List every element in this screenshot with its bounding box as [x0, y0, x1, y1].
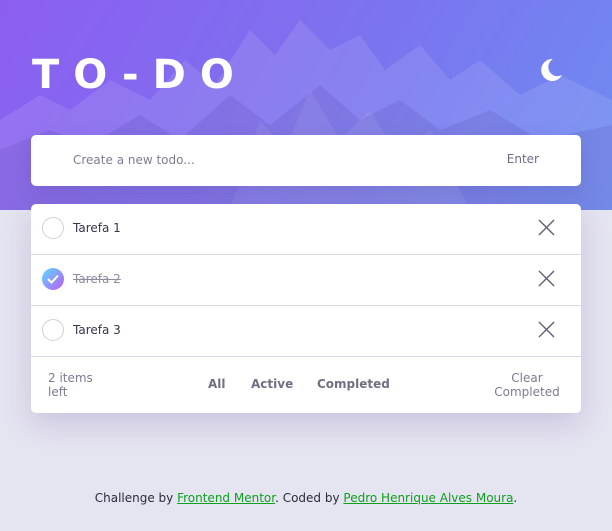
check-icon — [47, 274, 59, 284]
frontend-mentor-link[interactable]: Frontend Mentor — [177, 491, 275, 505]
filter-completed[interactable]: Completed — [317, 377, 390, 391]
filter-active[interactable]: Active — [251, 377, 293, 391]
todo-checkbox[interactable] — [42, 217, 64, 239]
new-todo-input[interactable] — [73, 148, 473, 172]
close-icon[interactable] — [538, 219, 555, 236]
close-icon[interactable] — [538, 321, 555, 338]
attribution-prefix: Challenge by — [94, 491, 178, 505]
todo-item: Tarefa 2 — [31, 255, 581, 306]
filter-all[interactable]: All — [208, 377, 226, 391]
moon-icon[interactable] — [536, 56, 564, 84]
todo-checkbox-checked[interactable] — [42, 268, 64, 290]
todo-list: Tarefa 1 Tarefa 2 Tarefa 3 2 items left … — [31, 204, 581, 413]
list-footer: 2 items left All Active Completed Clear … — [31, 357, 581, 413]
clear-completed-button[interactable]: Clear Completed — [493, 371, 561, 399]
app-title: TO-DO — [32, 52, 248, 98]
new-todo-bar: Enter — [31, 135, 581, 186]
attribution: Challenge by Frontend Mentor. Coded by P… — [0, 491, 612, 505]
todo-label: Tarefa 2 — [73, 272, 121, 286]
close-icon[interactable] — [538, 270, 555, 287]
enter-button[interactable]: Enter — [507, 152, 539, 166]
todo-item: Tarefa 1 — [31, 204, 581, 255]
attribution-suffix: . — [513, 491, 518, 505]
todo-label: Tarefa 1 — [73, 221, 121, 235]
todo-label: Tarefa 3 — [73, 323, 121, 337]
items-left-count: 2 items left — [48, 371, 93, 399]
todo-checkbox[interactable] — [42, 319, 64, 341]
todo-item: Tarefa 3 — [31, 306, 581, 357]
attribution-middle: . Coded by — [275, 491, 344, 505]
author-link[interactable]: Pedro Henrique Alves Moura — [343, 491, 513, 505]
